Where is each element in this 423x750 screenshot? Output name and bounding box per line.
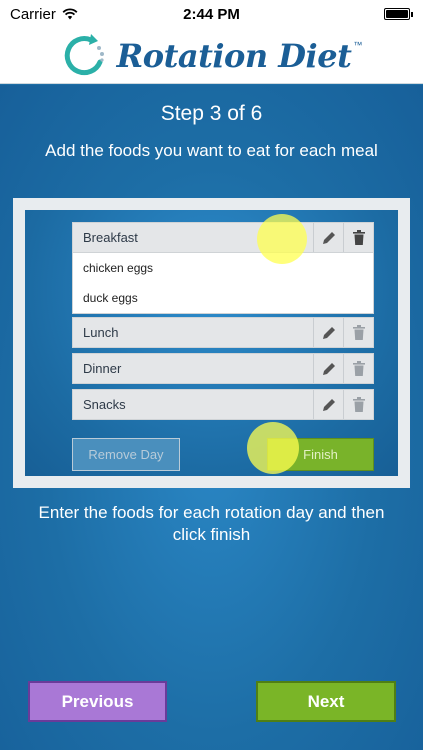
delete-button[interactable] xyxy=(343,390,373,419)
meal-header: Snacks xyxy=(72,389,374,420)
edit-button[interactable] xyxy=(313,390,343,419)
meal-header: Lunch xyxy=(72,317,374,348)
wifi-icon xyxy=(62,8,78,20)
pencil-icon xyxy=(322,326,335,339)
meal-header: Dinner xyxy=(72,353,374,384)
meals-panel: Breakfast chicken eggs duck eggs Lunch D… xyxy=(13,198,410,488)
meal-dinner: Dinner xyxy=(72,353,374,384)
trash-icon xyxy=(352,397,365,412)
pencil-icon xyxy=(322,398,335,411)
meal-breakfast: Breakfast chicken eggs duck eggs xyxy=(72,222,374,314)
pencil-icon xyxy=(322,362,335,375)
remove-day-button[interactable]: Remove Day xyxy=(72,438,180,471)
meal-label: Snacks xyxy=(83,397,126,412)
meals-panel-inner: Breakfast chicken eggs duck eggs Lunch D… xyxy=(25,210,398,476)
food-list: chicken eggs duck eggs xyxy=(72,253,374,314)
status-left: Carrier xyxy=(10,6,78,23)
main-content: Step 3 of 6 Add the foods you want to ea… xyxy=(0,85,423,750)
step-description: Add the foods you want to eat for each m… xyxy=(45,141,378,160)
meal-label: Breakfast xyxy=(83,230,138,245)
rotation-logo-icon xyxy=(64,33,104,75)
delete-button[interactable] xyxy=(343,223,373,252)
instructions-text: Enter the foods for each rotation day an… xyxy=(38,503,385,544)
carrier-label: Carrier xyxy=(10,5,56,23)
trademark-symbol: ™ xyxy=(353,40,363,50)
food-item[interactable]: duck eggs xyxy=(73,283,373,313)
app-header: Rotation Diet ™ xyxy=(0,28,423,84)
delete-button[interactable] xyxy=(343,354,373,383)
step-title: Step 3 of 6 xyxy=(160,102,263,125)
meal-lunch: Lunch xyxy=(72,317,374,348)
edit-button[interactable] xyxy=(313,223,343,252)
trash-icon xyxy=(352,230,365,245)
delete-button[interactable] xyxy=(343,318,373,347)
meal-snacks: Snacks xyxy=(72,389,374,420)
meal-label: Dinner xyxy=(83,361,122,376)
meal-header: Breakfast xyxy=(72,222,374,253)
food-item[interactable]: chicken eggs xyxy=(73,253,373,283)
trash-icon xyxy=(352,325,365,340)
edit-button[interactable] xyxy=(313,318,343,347)
finish-button[interactable]: Finish xyxy=(267,438,374,471)
pencil-icon xyxy=(322,231,335,244)
edit-button[interactable] xyxy=(313,354,343,383)
previous-button[interactable]: Previous xyxy=(28,681,167,722)
app-logo-text: Rotation Diet xyxy=(116,36,352,75)
status-bar: Carrier 2:44 PM xyxy=(0,0,423,28)
meal-label: Lunch xyxy=(83,325,119,340)
trash-icon xyxy=(352,361,365,376)
next-button[interactable]: Next xyxy=(256,681,396,722)
battery-icon xyxy=(384,8,413,20)
